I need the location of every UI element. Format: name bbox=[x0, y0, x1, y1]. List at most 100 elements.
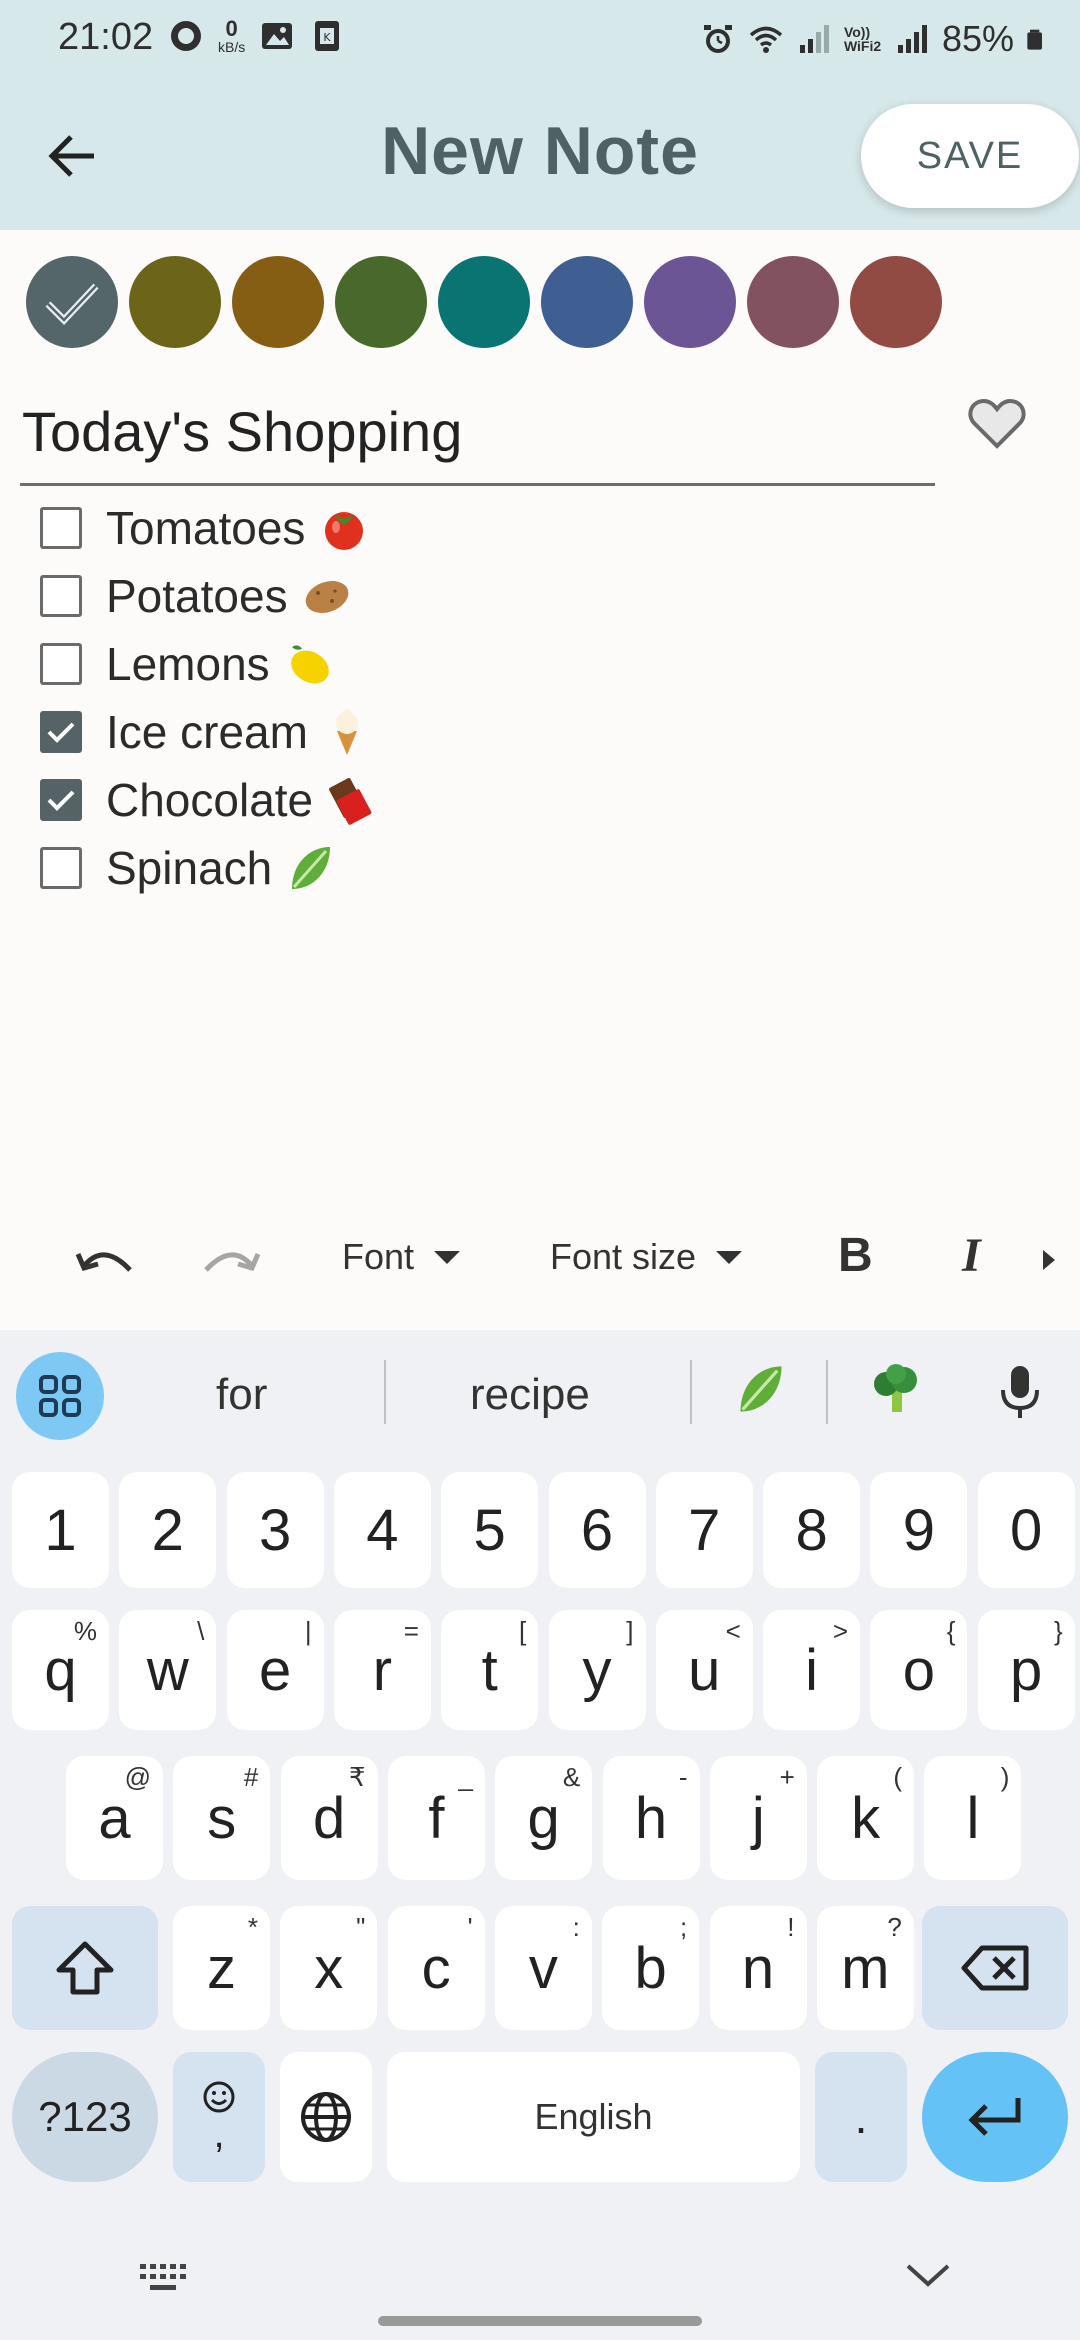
battery-icon bbox=[1027, 29, 1042, 50]
period-key[interactable]: . bbox=[815, 2052, 907, 2182]
keyboard-menu-button[interactable] bbox=[16, 1352, 104, 1440]
color-swatch-purple[interactable] bbox=[644, 256, 736, 348]
key-h[interactable]: h- bbox=[602, 1756, 700, 1880]
key-u[interactable]: u < bbox=[655, 1610, 753, 1730]
item-label[interactable]: Lemons bbox=[106, 637, 270, 691]
key-letter: j bbox=[751, 1785, 765, 1851]
language-key[interactable] bbox=[280, 2052, 372, 2182]
item-label[interactable]: Tomatoes bbox=[106, 501, 305, 555]
microphone-icon[interactable] bbox=[998, 1364, 1042, 1420]
key-letter: c bbox=[421, 1935, 451, 2001]
key-w[interactable]: w \ bbox=[119, 1610, 217, 1730]
key-s[interactable]: s # bbox=[173, 1756, 271, 1880]
bold-button[interactable]: B bbox=[838, 1228, 873, 1283]
key-v[interactable]: v: bbox=[494, 1906, 592, 2030]
list-item: Spinach bbox=[40, 834, 840, 902]
color-swatch-green[interactable] bbox=[335, 256, 427, 348]
key-i[interactable]: i > bbox=[763, 1610, 861, 1730]
color-swatch-red[interactable] bbox=[850, 256, 942, 348]
shift-key[interactable] bbox=[12, 1906, 158, 2030]
key-a[interactable]: a @ bbox=[66, 1756, 163, 1880]
key-l[interactable]: l) bbox=[924, 1756, 1022, 1880]
item-label[interactable]: Potatoes bbox=[106, 569, 288, 623]
key-letter: r bbox=[372, 1637, 393, 1703]
key-r[interactable]: r = bbox=[333, 1610, 431, 1730]
redo-icon[interactable] bbox=[200, 1236, 262, 1288]
globe-icon bbox=[301, 2092, 351, 2142]
key-5[interactable]: 5 bbox=[441, 1472, 539, 1588]
key-9[interactable]: 9 bbox=[870, 1472, 968, 1588]
key-symbol-hint: ; bbox=[679, 1912, 688, 1942]
checkbox-unchecked[interactable] bbox=[40, 507, 82, 549]
checkbox-checked[interactable] bbox=[40, 711, 82, 753]
key-symbol-hint: | bbox=[304, 1616, 312, 1646]
checkbox-unchecked[interactable] bbox=[40, 643, 82, 685]
color-swatch-mauve[interactable] bbox=[747, 256, 839, 348]
leafy-green-emoji-suggestion[interactable] bbox=[734, 1362, 788, 1416]
color-swatch-blue[interactable] bbox=[541, 256, 633, 348]
key-n[interactable]: n! bbox=[709, 1906, 807, 2030]
backspace-key[interactable] bbox=[922, 1906, 1068, 2030]
font-size-dropdown[interactable]: Font size bbox=[550, 1236, 743, 1278]
note-title-input[interactable] bbox=[20, 380, 935, 486]
suggestion-for[interactable]: for bbox=[216, 1370, 267, 1420]
key-1[interactable]: 1 bbox=[12, 1472, 109, 1588]
font-dropdown[interactable]: Font bbox=[342, 1236, 461, 1278]
save-button[interactable]: SAVE bbox=[861, 104, 1079, 208]
net-speed: 0 kB/s bbox=[218, 16, 246, 55]
key-0[interactable]: 0 bbox=[977, 1472, 1075, 1588]
color-swatch-teal[interactable] bbox=[438, 256, 530, 348]
key-2[interactable]: 2 bbox=[119, 1472, 217, 1588]
key-letter: z bbox=[207, 1935, 236, 2001]
key-6[interactable]: 6 bbox=[548, 1472, 646, 1588]
key-m[interactable]: m? bbox=[816, 1906, 914, 2030]
key-p[interactable]: p} bbox=[977, 1610, 1075, 1730]
key-b[interactable]: b; bbox=[602, 1906, 700, 2030]
key-symbol-hint: ! bbox=[787, 1912, 795, 1942]
checkbox-unchecked[interactable] bbox=[40, 575, 82, 617]
key-z[interactable]: z * bbox=[173, 1906, 270, 2030]
chevron-down-icon bbox=[716, 1250, 743, 1264]
key-symbol-hint: " bbox=[356, 1912, 366, 1942]
heart-icon[interactable] bbox=[968, 398, 1026, 450]
key-e[interactable]: e | bbox=[226, 1610, 324, 1730]
key-3[interactable]: 3 bbox=[226, 1472, 324, 1588]
key-j[interactable]: j + bbox=[709, 1756, 807, 1880]
scroll-right-icon[interactable] bbox=[1040, 1248, 1058, 1272]
key-letter: p bbox=[1010, 1637, 1043, 1703]
key-y[interactable]: y] bbox=[548, 1610, 646, 1730]
key-d[interactable]: d ₹ bbox=[280, 1756, 378, 1880]
checkbox-unchecked[interactable] bbox=[40, 847, 82, 889]
enter-key[interactable] bbox=[922, 2052, 1068, 2182]
space-key[interactable]: English bbox=[387, 2052, 800, 2182]
key-x[interactable]: x " bbox=[280, 1906, 378, 2030]
italic-button[interactable]: I bbox=[962, 1228, 981, 1283]
key-c[interactable]: c ' bbox=[387, 1906, 485, 2030]
suggestion-divider bbox=[384, 1360, 386, 1424]
checkbox-checked[interactable] bbox=[40, 779, 82, 821]
item-label[interactable]: Ice cream bbox=[106, 705, 308, 759]
undo-icon[interactable] bbox=[74, 1236, 136, 1288]
hide-keyboard-chevron-icon[interactable] bbox=[904, 2260, 952, 2290]
key-g[interactable]: g & bbox=[495, 1756, 593, 1880]
home-indicator[interactable] bbox=[378, 2316, 702, 2326]
broccoli-emoji-suggestion[interactable] bbox=[870, 1362, 924, 1416]
symbols-key[interactable]: ?123 bbox=[12, 2052, 158, 2182]
key-7[interactable]: 7 bbox=[655, 1472, 753, 1588]
emoji-comma-key[interactable]: , bbox=[173, 2052, 265, 2182]
key-4[interactable]: 4 bbox=[333, 1472, 431, 1588]
color-swatch-selected[interactable] bbox=[26, 256, 118, 348]
color-swatch-olive[interactable] bbox=[129, 256, 221, 348]
item-label[interactable]: Chocolate bbox=[106, 773, 313, 827]
key-k[interactable]: k( bbox=[817, 1756, 915, 1880]
suggestion-recipe[interactable]: recipe bbox=[470, 1370, 590, 1420]
key-f[interactable]: f _ bbox=[387, 1756, 485, 1880]
key-o[interactable]: o{ bbox=[870, 1610, 968, 1730]
key-t[interactable]: t[ bbox=[441, 1610, 539, 1730]
color-swatch-amber[interactable] bbox=[232, 256, 324, 348]
item-label[interactable]: Spinach bbox=[106, 841, 272, 895]
key-8[interactable]: 8 bbox=[763, 1472, 861, 1588]
keyboard-switch-icon[interactable] bbox=[138, 2262, 190, 2294]
key-letter: v bbox=[528, 1935, 558, 2001]
key-q[interactable]: q% bbox=[12, 1610, 109, 1730]
